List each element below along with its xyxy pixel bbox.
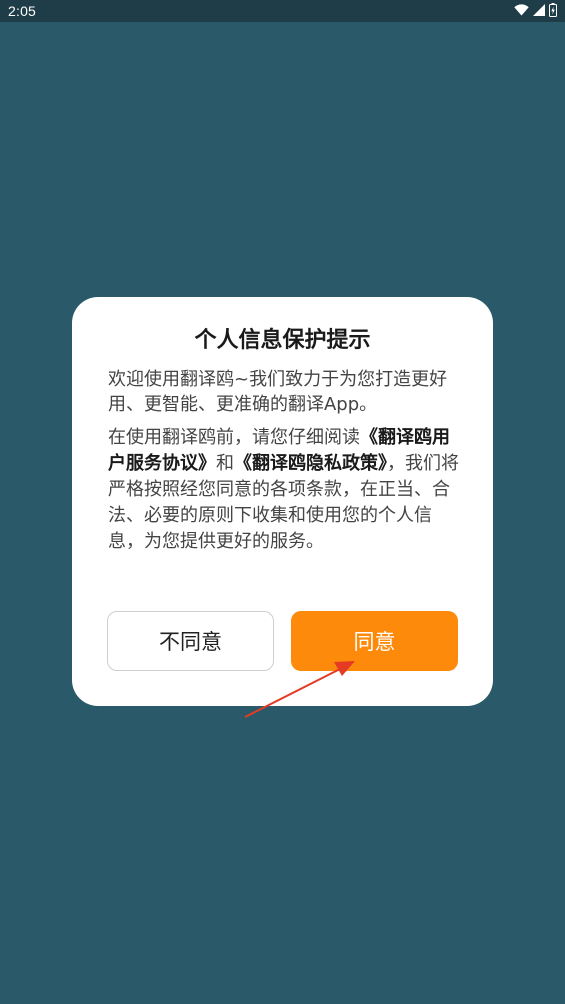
status-time: 2:05 — [8, 3, 37, 19]
privacy-policy-link[interactable]: 《翻译鸥隐私政策》 — [234, 453, 387, 474]
body-text-part2: 和 — [216, 453, 234, 474]
agree-button-label: 同意 — [353, 630, 396, 654]
agree-button[interactable]: 同意 — [291, 611, 458, 671]
dialog-title: 个人信息保护提示 — [194, 328, 371, 353]
disagree-button[interactable]: 不同意 — [107, 611, 274, 671]
privacy-dialog: 个人信息保护提示 欢迎使用翻译鸥~我们致力于为您打造更好用、更智能、更准确的翻译… — [72, 297, 493, 706]
dialog-body-text: 在使用翻译鸥前，请您仔细阅读《翻译鸥用户服务协议》和《翻译鸥隐私政策》，我们将严… — [108, 425, 464, 555]
status-icons — [514, 3, 557, 17]
disagree-button-label: 不同意 — [159, 630, 222, 654]
cellular-signal-icon — [533, 4, 545, 16]
battery-icon — [549, 3, 557, 17]
status-bar: 2:05 — [0, 0, 565, 22]
dialog-intro-text: 欢迎使用翻译鸥~我们致力于为您打造更好用、更智能、更准确的翻译App。 — [108, 369, 448, 415]
body-text-part1: 在使用翻译鸥前，请您仔细阅读 — [108, 427, 360, 448]
wifi-icon — [514, 4, 529, 16]
